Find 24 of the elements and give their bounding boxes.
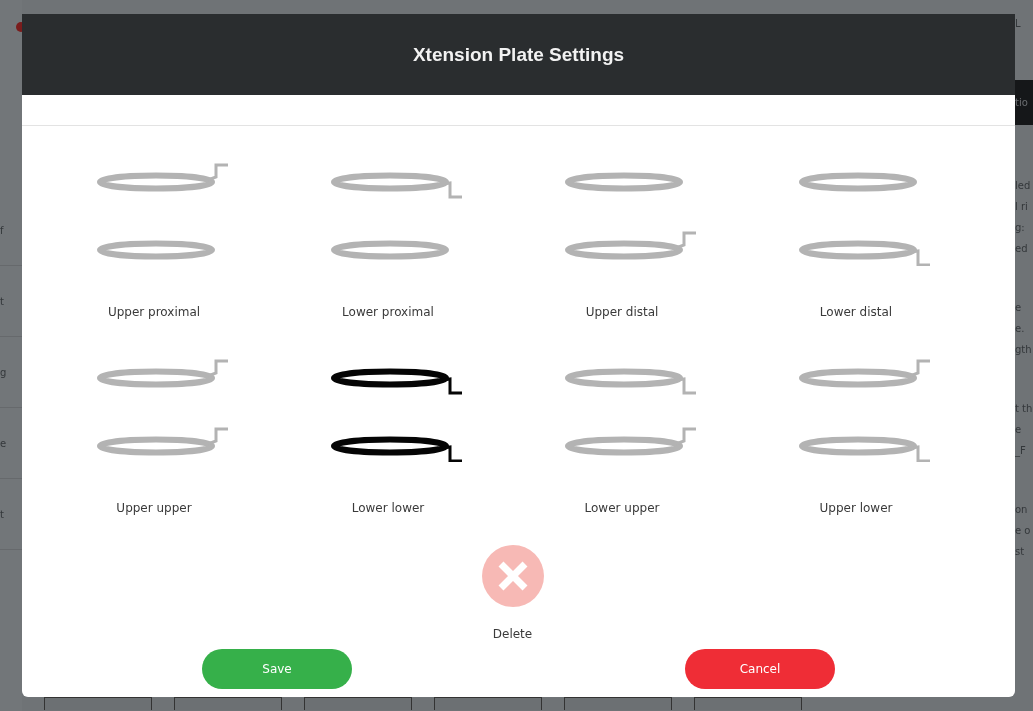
page-text: t: [0, 508, 4, 520]
delete-icon: [481, 545, 544, 607]
cancel-button[interactable]: Cancel: [685, 649, 835, 689]
page-text: g: [0, 366, 7, 378]
plate-option[interactable]: Upper distal: [506, 160, 740, 319]
page-text: e: [0, 437, 7, 449]
page-text: _F: [1015, 444, 1027, 459]
page-text: st: [1015, 545, 1026, 559]
plate-option[interactable]: Lower proximal: [272, 160, 506, 319]
delete-button[interactable]: Delete: [481, 545, 544, 641]
plate-option[interactable]: Lower distal: [740, 160, 974, 319]
dialog-title: Xtension Plate Settings: [412, 43, 625, 66]
plate-option[interactable]: Lower upper: [506, 356, 740, 515]
page-text: t th: [1015, 402, 1033, 416]
page-text: L: [1015, 18, 1021, 29]
plate-option[interactable]: Upper proximal: [38, 160, 272, 319]
page-text: gth: [1015, 343, 1033, 357]
plate-option[interactable]: Upper upper: [38, 356, 272, 515]
page-text: t: [0, 295, 4, 307]
page-text: tio: [1015, 97, 1028, 108]
page-text: f: [0, 224, 4, 236]
page-text: on: [1015, 503, 1029, 517]
plate-option[interactable]: Upper lower: [740, 356, 974, 515]
plate-option[interactable]: Lower lower: [272, 356, 506, 515]
